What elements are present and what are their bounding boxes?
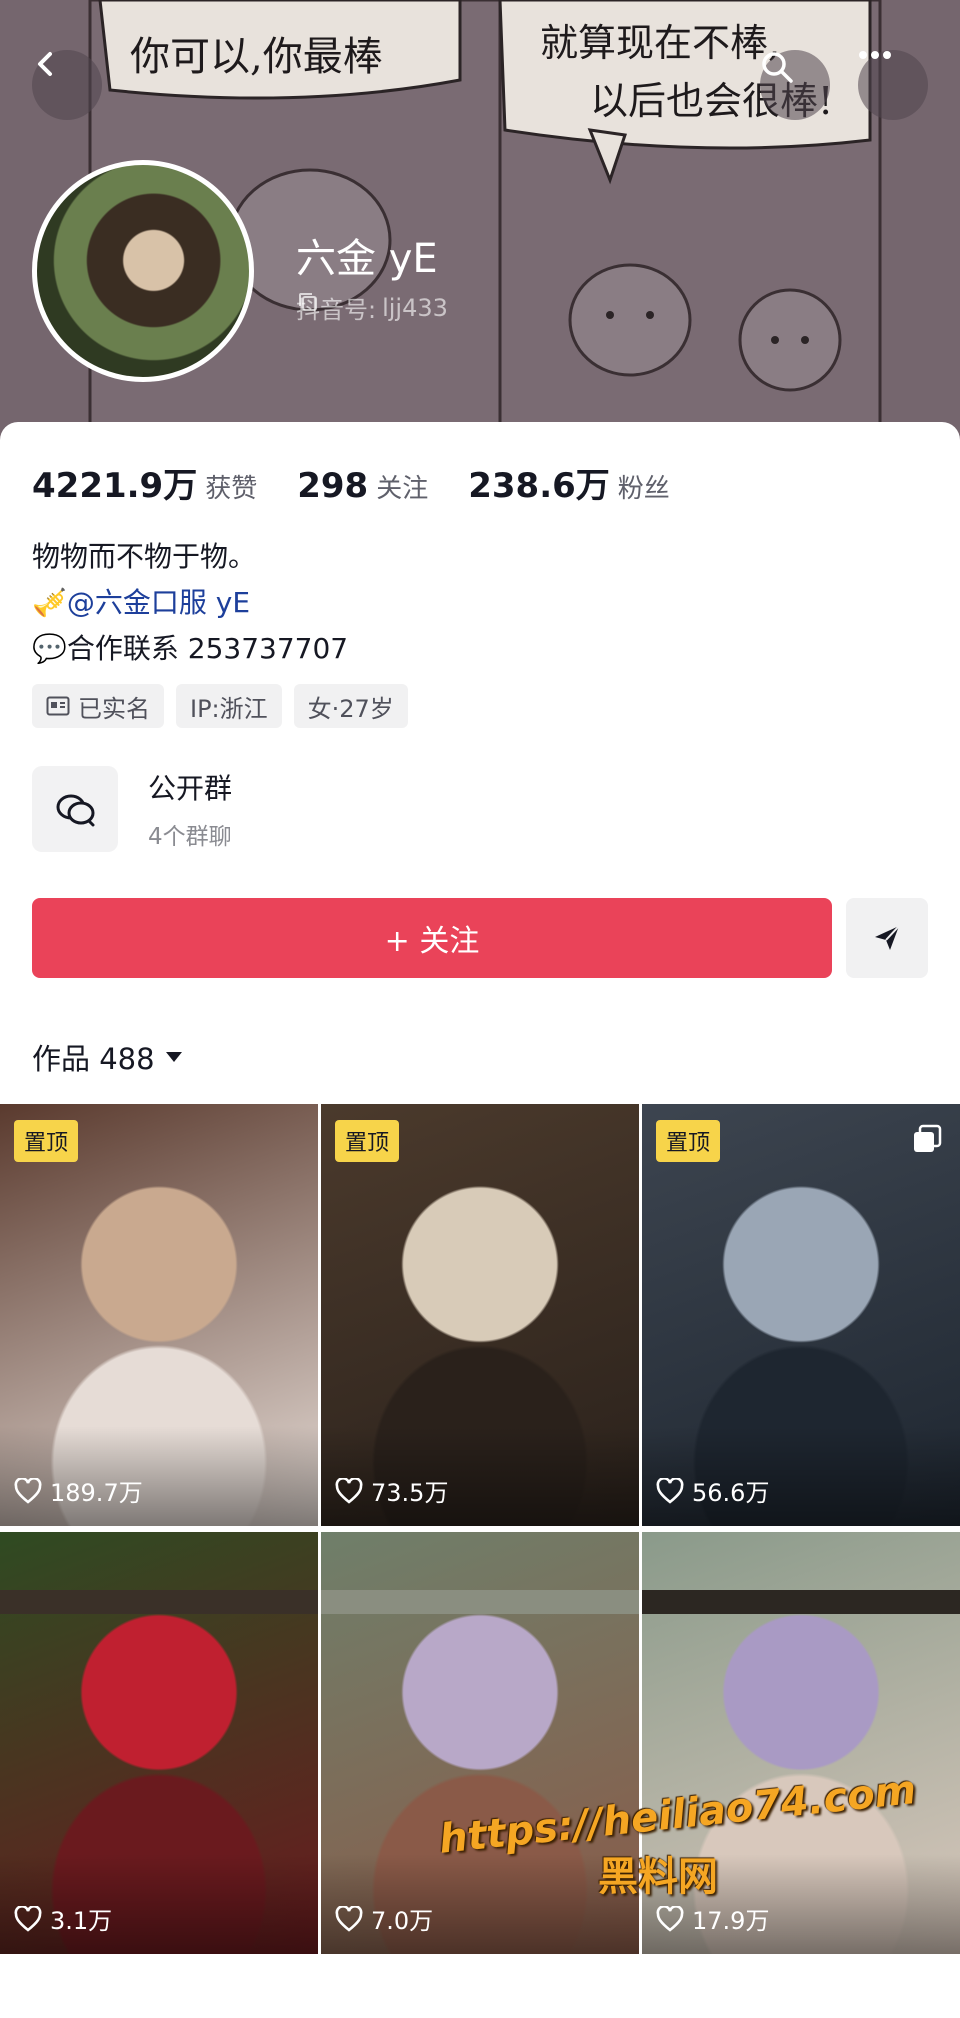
video-thumbnail[interactable]: 置顶 189.7万 [0,1104,318,1526]
stat-likes: 4221.9万 获赞 [32,458,257,507]
video-thumbnail[interactable]: 置顶 73.5万 [321,1104,639,1526]
like-count: 3.1万 [14,1901,112,1936]
heart-icon [335,1477,363,1504]
like-count: 189.7万 [14,1473,143,1508]
stat-following[interactable]: 298 关注 [297,466,428,506]
tag-label: 已实名 [78,694,150,723]
like-count-value: 3.1万 [50,1907,113,1935]
more-dots-icon [859,51,891,59]
trumpet-icon: 🎺 [32,586,67,619]
like-count-value: 17.9万 [692,1907,770,1935]
profile-tags: 已实名 IP:浙江 女·27岁 [32,684,408,728]
heart-icon [656,1905,684,1932]
tag-label: IP:浙江 [190,694,268,723]
more-button[interactable] [858,50,928,120]
video-grid-next-row [0,1590,960,1614]
contact-text: 合作联系 253737707 [66,632,349,665]
share-button[interactable] [846,898,928,978]
video-thumbnail-partial[interactable] [642,1590,960,1614]
caret-down-icon [165,1052,182,1062]
stats-row: 4221.9万 获赞 298 关注 238.6万 粉丝 [32,458,710,507]
works-tab[interactable]: 作品 488 [32,1036,183,1078]
like-count-value: 189.7万 [50,1479,143,1507]
mention-link[interactable]: @六金口服 yE [67,580,250,626]
like-count: 56.6万 [656,1473,769,1508]
id-card-icon [46,696,70,716]
heart-icon [14,1477,42,1504]
video-thumbnail-partial[interactable] [0,1590,318,1614]
public-group-entry[interactable]: 公开群 4个群聊 [32,766,928,852]
like-count: 7.0万 [335,1901,433,1936]
tag-gender-age: 女·27岁 [293,684,408,728]
watermark: https://heiliao74.com 黑料网 [437,1767,919,1902]
copy-icon[interactable] [296,290,320,314]
group-chat-icon [32,766,118,852]
profile-name: 六金 yE [296,236,438,282]
tag-label: 女·27岁 [307,694,394,723]
follow-button[interactable]: + 关注 [32,898,832,978]
group-text: 公开群 4个群聊 [148,767,232,851]
group-title: 公开群 [148,772,233,805]
profile-id-value: ljj433 [382,293,448,322]
like-count: 73.5万 [335,1473,448,1508]
bio-line-1: 物物而不物于物。 [32,540,257,573]
stat-value: 298 [297,466,369,506]
back-button[interactable] [32,50,102,120]
heart-icon [14,1905,42,1932]
image-set-icon [912,1124,942,1158]
stat-value: 238.6万 [468,466,610,506]
stat-label: 获赞 [205,474,258,504]
stat-label: 粉丝 [617,474,670,504]
bio-line-2: 🎺 @六金口服 yE [32,580,348,626]
bio-line-3: 💬 合作联系 253737707 [32,626,348,672]
chevron-left-icon [38,52,52,76]
pinned-badge: 置顶 [14,1120,79,1162]
comic-text-right-1: 就算现在不棒, [540,21,781,65]
heart-icon [656,1477,684,1504]
video-thumbnail[interactable]: 置顶 56.6万 [642,1104,960,1526]
comic-text-left: 你可以,你最棒 [130,34,383,80]
stat-value: 4221.9万 [32,466,198,506]
tag-ip: IP:浙江 [176,684,282,728]
pinned-badge: 置顶 [335,1120,400,1162]
like-count-value: 7.0万 [371,1907,434,1935]
paper-plane-icon [875,925,900,950]
like-count: 17.9万 [656,1901,769,1936]
bio: 物物而不物于物。 🎺 @六金口服 yE 💬 合作联系 253737707 [32,534,348,672]
profile-id-row: 抖音号: ljj433 [296,290,448,325]
search-button[interactable] [760,50,830,120]
profile-banner: 你可以,你最棒 就算现在不棒, 以后也会很棒! 六金 yE 抖音号: ljj43… [0,0,960,440]
group-subtitle: 4个群聊 [148,824,232,850]
heart-icon [335,1905,363,1932]
stat-label: 关注 [376,474,429,504]
speech-bubble-icon: 💬 [32,632,67,665]
like-count-value: 56.6万 [692,1479,770,1507]
stat-followers[interactable]: 238.6万 粉丝 [468,458,670,507]
tag-verified: 已实名 [32,684,164,728]
works-label: 作品 488 [32,1042,155,1076]
like-count-value: 73.5万 [371,1479,449,1507]
pinned-badge: 置顶 [656,1120,721,1162]
video-thumbnail-partial[interactable] [321,1590,639,1614]
avatar[interactable] [32,160,254,382]
search-icon [762,52,793,83]
